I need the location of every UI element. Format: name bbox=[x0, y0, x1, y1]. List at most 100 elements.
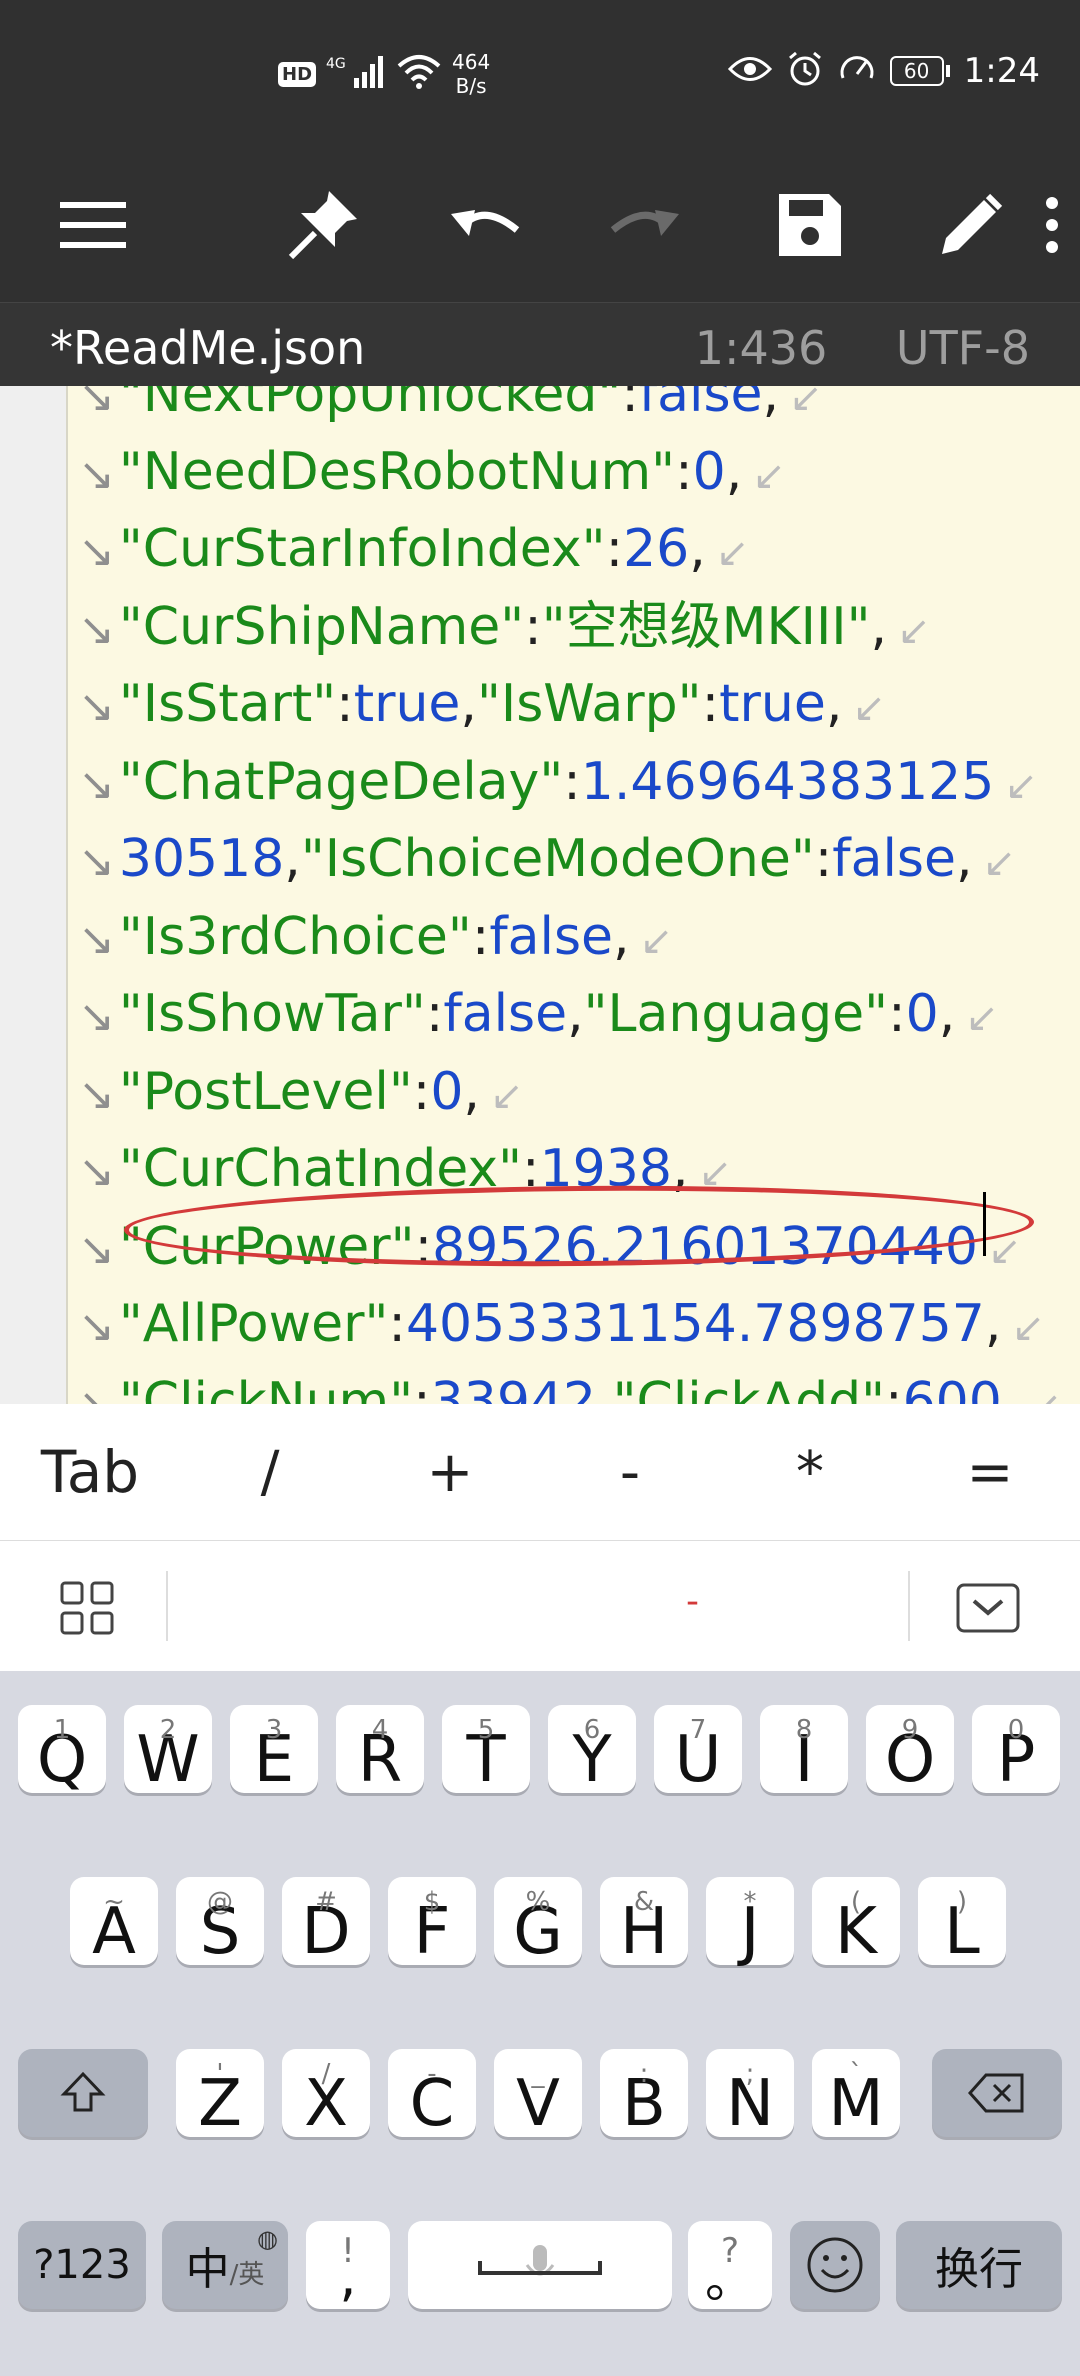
json-punct: : bbox=[524, 596, 542, 657]
json-value: true bbox=[719, 674, 826, 734]
symbol-key[interactable]: / bbox=[180, 1404, 360, 1540]
wrap-arrow-icon: ↘ bbox=[78, 1301, 115, 1352]
code-line[interactable]: ↘"NextPopUnlocked":false, ↙ bbox=[78, 386, 1080, 434]
line-break-icon: ↙ bbox=[965, 995, 999, 1041]
editor-toolbar bbox=[0, 150, 1080, 300]
key-y[interactable]: 6Y bbox=[548, 1705, 636, 1797]
keyboard-hide-icon[interactable] bbox=[956, 1583, 1020, 1637]
key-j[interactable]: * J bbox=[706, 1877, 794, 1969]
key-r[interactable]: 4R bbox=[336, 1705, 424, 1797]
code-line[interactable]: ↘"IsShowTar":false,"Language":0, ↙ bbox=[78, 976, 1080, 1054]
code-line[interactable]: ↘"Is3rdChoice":false, ↙ bbox=[78, 899, 1080, 977]
key-i[interactable]: 8I bbox=[760, 1705, 848, 1797]
key-v[interactable]: _ V bbox=[494, 2049, 582, 2141]
edit-icon[interactable] bbox=[926, 180, 1016, 270]
tab-key[interactable]: Tab bbox=[0, 1404, 180, 1540]
code-line[interactable]: ↘"CurPower":89526.21601370440 ↙ bbox=[78, 1209, 1080, 1287]
code-line[interactable]: ↘30518,"IsChoiceModeOne":false, ↙ bbox=[78, 821, 1080, 899]
save-icon[interactable] bbox=[765, 180, 855, 270]
enter-key[interactable]: 换行 bbox=[896, 2221, 1062, 2309]
editor-lines[interactable]: ↘"NextPopUnlocked":false, ↙ ↘"NeedDesRobot… bbox=[78, 386, 1080, 1404]
key-hint: # bbox=[315, 1887, 337, 1917]
json-key: "IsStart" bbox=[118, 674, 337, 734]
key-m[interactable]: ` M bbox=[812, 2049, 900, 2141]
redo-icon[interactable] bbox=[600, 180, 690, 270]
key-hint: 7 bbox=[689, 1715, 707, 1745]
text-editor[interactable]: ↘"NextPopUnlocked":false, ↙ ↘"NeedDesRobot… bbox=[0, 386, 1080, 1404]
key-h[interactable]: & H bbox=[600, 1877, 688, 1969]
key-d[interactable]: # D bbox=[282, 1877, 370, 1969]
line-break-icon: ↙ bbox=[987, 1227, 1022, 1274]
json-value: true bbox=[353, 674, 461, 734]
key-x[interactable]: / X bbox=[282, 2049, 370, 2141]
key-f[interactable]: $ F bbox=[388, 1877, 476, 1969]
file-encoding: UTF-8 bbox=[895, 321, 1030, 375]
numbers-key[interactable]: ?123 bbox=[18, 2221, 146, 2309]
key-c[interactable]: -C bbox=[388, 2049, 476, 2141]
json-punct: , bbox=[284, 829, 301, 889]
key-z[interactable]: ' Z bbox=[176, 2049, 264, 2141]
language-switch-key[interactable]: ◍ 中 /英 bbox=[162, 2221, 288, 2309]
wrap-arrow-icon: ↘ bbox=[78, 836, 115, 887]
symbol-key[interactable]: + bbox=[360, 1404, 540, 1540]
key-n[interactable]: ; N bbox=[706, 2049, 794, 2141]
key-o[interactable]: 9O bbox=[866, 1705, 954, 1797]
json-punct: : bbox=[563, 751, 581, 812]
code-line[interactable]: ↘"CurShipName":"空想级MKIII", ↙ bbox=[78, 589, 1080, 667]
symbol-key[interactable]: * bbox=[720, 1404, 900, 1540]
more-icon[interactable] bbox=[1032, 180, 1072, 270]
undo-icon[interactable] bbox=[440, 180, 530, 270]
code-line[interactable]: ↘"AllPower":4053331154.7898757, ↙ bbox=[78, 1286, 1080, 1364]
editor-gutter bbox=[0, 386, 68, 1404]
pin-icon[interactable] bbox=[278, 180, 368, 270]
key-k[interactable]: (K bbox=[812, 1877, 900, 1969]
key-e[interactable]: 3E bbox=[230, 1705, 318, 1797]
key-p[interactable]: 0P bbox=[972, 1705, 1060, 1797]
comma-key[interactable]: ! , bbox=[306, 2221, 390, 2309]
space-key[interactable] bbox=[408, 2221, 672, 2309]
shift-key[interactable] bbox=[18, 2049, 148, 2137]
key-w[interactable]: 2W bbox=[124, 1705, 212, 1797]
symbol-row: Tab / + - * = bbox=[0, 1404, 1080, 1541]
key-t[interactable]: 5T bbox=[442, 1705, 530, 1797]
key-u[interactable]: 7U bbox=[654, 1705, 742, 1797]
alarm-icon bbox=[786, 50, 824, 92]
key-l[interactable]: ) L bbox=[918, 1877, 1006, 1969]
key-b[interactable]: :B bbox=[600, 2049, 688, 2141]
key-hint: ) bbox=[956, 1887, 968, 1917]
emoji-key[interactable] bbox=[790, 2221, 880, 2309]
key-hint: 0 bbox=[1007, 1715, 1025, 1745]
code-line[interactable]: ↘"PostLevel":0, ↙ bbox=[78, 1054, 1080, 1132]
wrap-arrow-icon: ↘ bbox=[78, 1223, 115, 1275]
line-break-icon: ↙ bbox=[1028, 1383, 1062, 1405]
key-g[interactable]: % G bbox=[494, 1877, 582, 1969]
backspace-key[interactable] bbox=[932, 2049, 1062, 2137]
status-right: 60 1:24 bbox=[727, 50, 1040, 92]
symbol-key[interactable]: - bbox=[540, 1404, 720, 1540]
json-key: "CurPower" bbox=[118, 1216, 415, 1277]
line-break-icon: ↙ bbox=[852, 685, 886, 731]
code-line[interactable]: ↘"NeedDesRobotNum":0, ↙ bbox=[78, 434, 1080, 512]
key-s[interactable]: @ S bbox=[176, 1877, 264, 1969]
json-punct: : bbox=[885, 1371, 903, 1405]
json-value: 1938 bbox=[539, 1139, 672, 1199]
line-break-icon: ↙ bbox=[1011, 1305, 1045, 1351]
line-break-icon: ↙ bbox=[982, 840, 1017, 886]
code-line[interactable]: ↘"ChatPageDelay":1.46964383125 ↙ bbox=[78, 744, 1080, 822]
json-punct: : bbox=[412, 1061, 431, 1122]
code-line[interactable]: ↘"IsStart":true,"IsWarp":true, ↙ bbox=[78, 666, 1080, 744]
symbol-key[interactable]: = bbox=[900, 1404, 1080, 1540]
candidate-text[interactable]: - bbox=[686, 1581, 699, 1622]
json-punct: , bbox=[938, 984, 956, 1044]
period-key[interactable]: ? 。 bbox=[688, 2221, 772, 2309]
code-line[interactable]: ↘"CurStarInfoIndex":26, ↙ bbox=[78, 511, 1080, 589]
key-q[interactable]: 1Q bbox=[18, 1705, 106, 1797]
signal-4g-icon: 4G bbox=[326, 54, 386, 94]
code-line[interactable]: ↘"CurChatIndex":1938, ↙ bbox=[78, 1131, 1080, 1209]
grid-icon[interactable] bbox=[60, 1581, 114, 1639]
code-line[interactable]: ↘"ClickNum":33942,"ClickAdd":600,↙ bbox=[78, 1364, 1080, 1405]
svg-text:4G: 4G bbox=[326, 56, 346, 72]
menu-icon[interactable] bbox=[48, 180, 138, 270]
json-punct: , bbox=[984, 1294, 1002, 1354]
key-a[interactable]: ~ A bbox=[70, 1877, 158, 1969]
